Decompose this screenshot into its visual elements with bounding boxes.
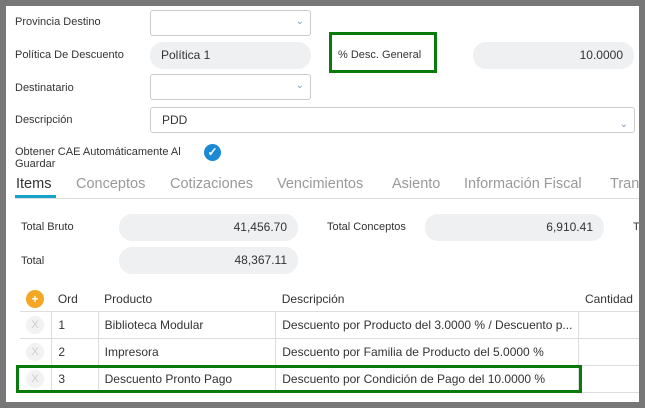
add-row-button[interactable]: + [26,289,44,308]
chevron-down-icon: ⌄ [295,16,304,27]
cell-descripcion[interactable]: Descuento por Familia de Producto del 5.… [275,337,579,365]
col-descripcion: Descripción [281,291,345,306]
clipped-label: T [633,221,639,233]
cae-label: Obtener CAE Automáticamente Al Guardar [15,146,181,170]
col-ord: Ord [57,291,78,306]
remove-row-button[interactable]: X [26,342,44,361]
cell-producto[interactable]: Biblioteca Modular [97,310,276,338]
tab-cotizaciones[interactable]: Cotizaciones [170,176,253,192]
cae-label-line2: Guardar [15,158,56,170]
col-producto: Producto [104,291,153,306]
descripcion-label: Descripción [15,114,73,126]
tab-items[interactable]: Items [16,176,51,192]
total-label: Total [21,255,45,267]
cell-cantidad[interactable] [578,337,639,365]
col-cantidad: Cantidad [584,291,633,306]
cell-descripcion[interactable]: Descuento por Producto del 3.0000 % / De… [275,310,579,338]
desc-general-field[interactable]: 10.0000 [473,42,634,69]
invoice-form: Provincia Destino ⌄ Política De Descuent… [6,6,639,402]
tab-conceptos[interactable]: Conceptos [76,176,145,192]
tabs-divider [15,198,639,199]
cell-cantidad[interactable] [578,364,639,392]
total-conceptos-field: 6,910.41 [425,214,604,241]
chevron-down-icon: ⌄ [619,119,628,130]
total-bruto-label: Total Bruto [21,221,74,233]
politica-field[interactable]: Política 1 [150,42,311,69]
total-bruto-field: 41,456.70 [119,214,298,241]
tab-informacion-fiscal[interactable]: Información Fiscal [464,176,582,192]
descripcion-select[interactable]: PDD ⌄ [150,107,635,133]
cae-checkbox[interactable]: ✓ [204,144,221,161]
destinatario-label: Destinatario [15,82,74,94]
highlight-box [329,32,437,73]
cell-ord: 1 [51,310,99,338]
cae-label-line1: Obtener CAE Automáticamente Al [15,146,181,158]
total-conceptos-label: Total Conceptos [327,221,406,233]
chevron-down-icon: ⌄ [295,80,304,91]
total-field: 48,367.11 [119,247,298,274]
descripcion-value: PDD [162,113,188,127]
tab-vencimientos[interactable]: Vencimientos [277,176,363,192]
provincia-label: Provincia Destino [15,16,101,28]
tab-asiento[interactable]: Asiento [392,176,440,192]
table-header: + Ord Producto Descripción Cantidad [20,287,639,311]
table-row: X 2 Impresora Descuento por Familia de Prod… [20,337,639,365]
destinatario-select[interactable]: ⌄ [150,74,311,100]
remove-row-button[interactable]: X [26,315,44,334]
cell-producto[interactable]: Impresora [97,337,276,365]
table-row: X 1 Biblioteca Modular Descuento por Produc… [20,310,639,338]
tab-trans[interactable]: Trans [610,176,639,192]
provincia-select[interactable]: ⌄ [150,10,311,36]
politica-label: Política De Descuento [15,49,124,61]
cell-cantidad[interactable] [578,310,639,338]
highlight-row-box [16,365,582,393]
cell-ord: 2 [51,337,99,365]
